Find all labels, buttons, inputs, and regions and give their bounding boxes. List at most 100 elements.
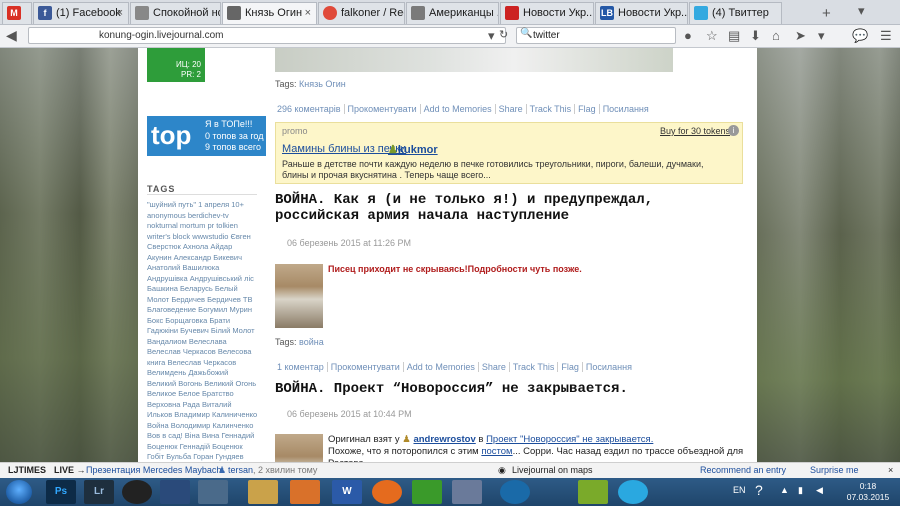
tags-label: Tags: <box>275 337 297 347</box>
taskbar-app-viewer[interactable] <box>198 480 228 504</box>
taskbar-app-media[interactable] <box>122 480 152 504</box>
track-link[interactable]: Track This <box>509 362 559 372</box>
tab-label: (4) Твиттер <box>712 7 769 19</box>
share-link[interactable]: Share <box>478 362 510 372</box>
keyboard-layout[interactable]: EN <box>733 485 746 495</box>
search-text: twitter <box>533 30 560 41</box>
comments-link[interactable]: 296 коментарів <box>275 104 345 114</box>
back-icon[interactable]: ◀ <box>6 27 17 44</box>
taskbar-app-photoshop[interactable]: Ps <box>46 480 76 504</box>
chevron-down-icon[interactable]: ▾ <box>488 28 495 44</box>
tab-novosti-1[interactable]: Новости Укр... <box>500 2 594 24</box>
post-tags: Tags: война <box>275 337 324 347</box>
tab-facebook[interactable]: f (1) Facebook × <box>33 2 129 24</box>
pocket-icon[interactable]: ▾ <box>818 28 825 44</box>
page-icon <box>135 6 149 20</box>
flag-link[interactable]: Flag <box>558 362 583 372</box>
ticker-headline[interactable]: Презентация Mercedes Maybach <box>86 463 221 477</box>
new-tab-icon[interactable]: + <box>822 5 831 22</box>
show-hidden-icon[interactable]: ▲ <box>780 485 789 495</box>
memories-link[interactable]: Add to Memories <box>403 362 479 372</box>
post-link[interactable]: постом <box>481 446 512 457</box>
repost-user-link[interactable]: andrewrostov <box>413 434 475 445</box>
tab-falkoner[interactable]: falkoner / Rec... <box>318 2 405 24</box>
search-icon: 🔍 <box>520 28 533 39</box>
tag-link[interactable]: Князь Огин <box>299 79 346 89</box>
send-icon[interactable]: ➤ <box>795 28 806 44</box>
tab-label: Новости Укр... <box>523 7 594 19</box>
tag-link[interactable]: война <box>299 337 324 347</box>
menu-icon[interactable]: ☰ <box>880 28 892 44</box>
share-link[interactable]: Share <box>495 104 527 114</box>
taskbar-app-calc[interactable] <box>452 480 482 504</box>
taskbar-app-lightroom[interactable]: Lr <box>84 480 114 504</box>
rating-badge[interactable]: ИЦ: 20 PR: 2 <box>147 48 205 82</box>
close-icon[interactable]: × <box>117 3 123 23</box>
comments-link[interactable]: 1 коментар <box>275 362 328 372</box>
news-icon <box>505 6 519 20</box>
bookmark-star-icon[interactable]: ☆ <box>706 28 718 44</box>
memories-link[interactable]: Add to Memories <box>420 104 496 114</box>
maps-link[interactable]: Livejournal on maps <box>512 463 593 477</box>
taskbar-app-tool[interactable] <box>290 480 320 504</box>
volume-icon[interactable]: ◀ <box>816 485 823 496</box>
user-avatar[interactable] <box>275 434 323 462</box>
taskbar-app-utorrent[interactable] <box>578 480 608 504</box>
facebook-icon: f <box>38 6 52 20</box>
download-icon[interactable]: ⬇ <box>750 28 761 44</box>
info-icon[interactable]: i <box>728 125 739 136</box>
chevron-down-icon[interactable]: ▾ <box>858 3 865 19</box>
navigation-toolbar: ◀ konung-ogin.livejournal.com ▾ ↻ twitte… <box>0 25 900 48</box>
taskbar-app-hp[interactable] <box>500 480 530 504</box>
permalink[interactable]: Посилання <box>600 104 652 114</box>
url-bar[interactable]: konung-ogin.livejournal.com <box>28 27 506 44</box>
repost-source-link[interactable]: Проект "Новороссия" не закрывается. <box>486 434 653 445</box>
close-icon[interactable]: × <box>305 3 311 23</box>
surprise-link[interactable]: Surprise me <box>810 463 859 477</box>
chat-icon[interactable]: 💬 <box>852 28 868 44</box>
ljtimes-logo[interactable]: LJTIMES <box>8 463 46 477</box>
track-link[interactable]: Track This <box>526 104 576 114</box>
tab-twitter[interactable]: (4) Твиттер <box>689 2 782 24</box>
taskbar-app-folder[interactable] <box>248 480 278 504</box>
tag-cloud[interactable]: "шуйний путь" 1 апреля 10+ anonymous ber… <box>147 200 258 462</box>
user-icon: ♟ <box>388 144 398 156</box>
network-icon[interactable]: ▮ <box>798 485 803 496</box>
taskbar-app-eye[interactable] <box>160 480 190 504</box>
post-title[interactable]: ВОЙНА. Как я (и не только я!) и предупре… <box>275 192 735 224</box>
tab-spokoynoy[interactable]: Спокойной ночи ... <box>130 2 221 24</box>
tab-gmail[interactable]: M <box>2 2 32 24</box>
post-title[interactable]: ВОЙНА. Проект “Новороссия” не закрываетс… <box>275 381 628 397</box>
repost-mid: в <box>478 434 484 445</box>
user-avatar[interactable] <box>275 264 323 328</box>
permalink[interactable]: Посилання <box>583 362 635 372</box>
recommend-link[interactable]: Recommend an entry <box>700 463 786 477</box>
windows-taskbar: Ps Lr W EN ? ▲ ▮ ◀ 0:18 07.03.2015 <box>0 478 900 506</box>
help-icon[interactable]: ? <box>755 482 763 498</box>
system-clock[interactable]: 0:18 07.03.2015 <box>838 481 898 503</box>
globe-icon[interactable]: ● <box>684 28 692 43</box>
taskbar-app-skype[interactable] <box>618 480 648 504</box>
taskbar-app-word[interactable]: W <box>332 480 362 504</box>
promo-label: promo <box>282 126 308 136</box>
tab-novosti-2[interactable]: LB Новости Укр... <box>595 2 688 24</box>
comment-link[interactable]: Прокоментувати <box>327 362 404 372</box>
promo-user-link[interactable]: ♟kukmor <box>388 143 438 156</box>
top-badge[interactable]: top Я в ТОПе!!! 0 топов за год 9 топов в… <box>147 116 266 156</box>
start-button[interactable] <box>6 480 32 504</box>
taskbar-app-firefox[interactable] <box>372 480 402 504</box>
tab-knyaz-ogin[interactable]: Князь Огин × <box>222 2 317 24</box>
bookmarks-icon[interactable]: ▤ <box>728 28 740 44</box>
ticker-user[interactable]: tersan <box>228 463 253 477</box>
tab-label: Спокойной ночи ... <box>153 7 220 19</box>
twitter-icon <box>694 6 708 20</box>
search-input[interactable]: twitter <box>516 27 676 44</box>
taskbar-app-green[interactable] <box>412 480 442 504</box>
buy-promo-link[interactable]: Buy for 30 tokens <box>660 126 730 136</box>
reload-icon[interactable]: ↻ <box>499 28 508 41</box>
close-icon[interactable]: × <box>888 463 893 477</box>
home-icon[interactable]: ⌂ <box>772 28 780 43</box>
tab-amerikancy[interactable]: Американцы ... <box>406 2 499 24</box>
flag-link[interactable]: Flag <box>575 104 600 114</box>
comment-link[interactable]: Прокоментувати <box>344 104 421 114</box>
